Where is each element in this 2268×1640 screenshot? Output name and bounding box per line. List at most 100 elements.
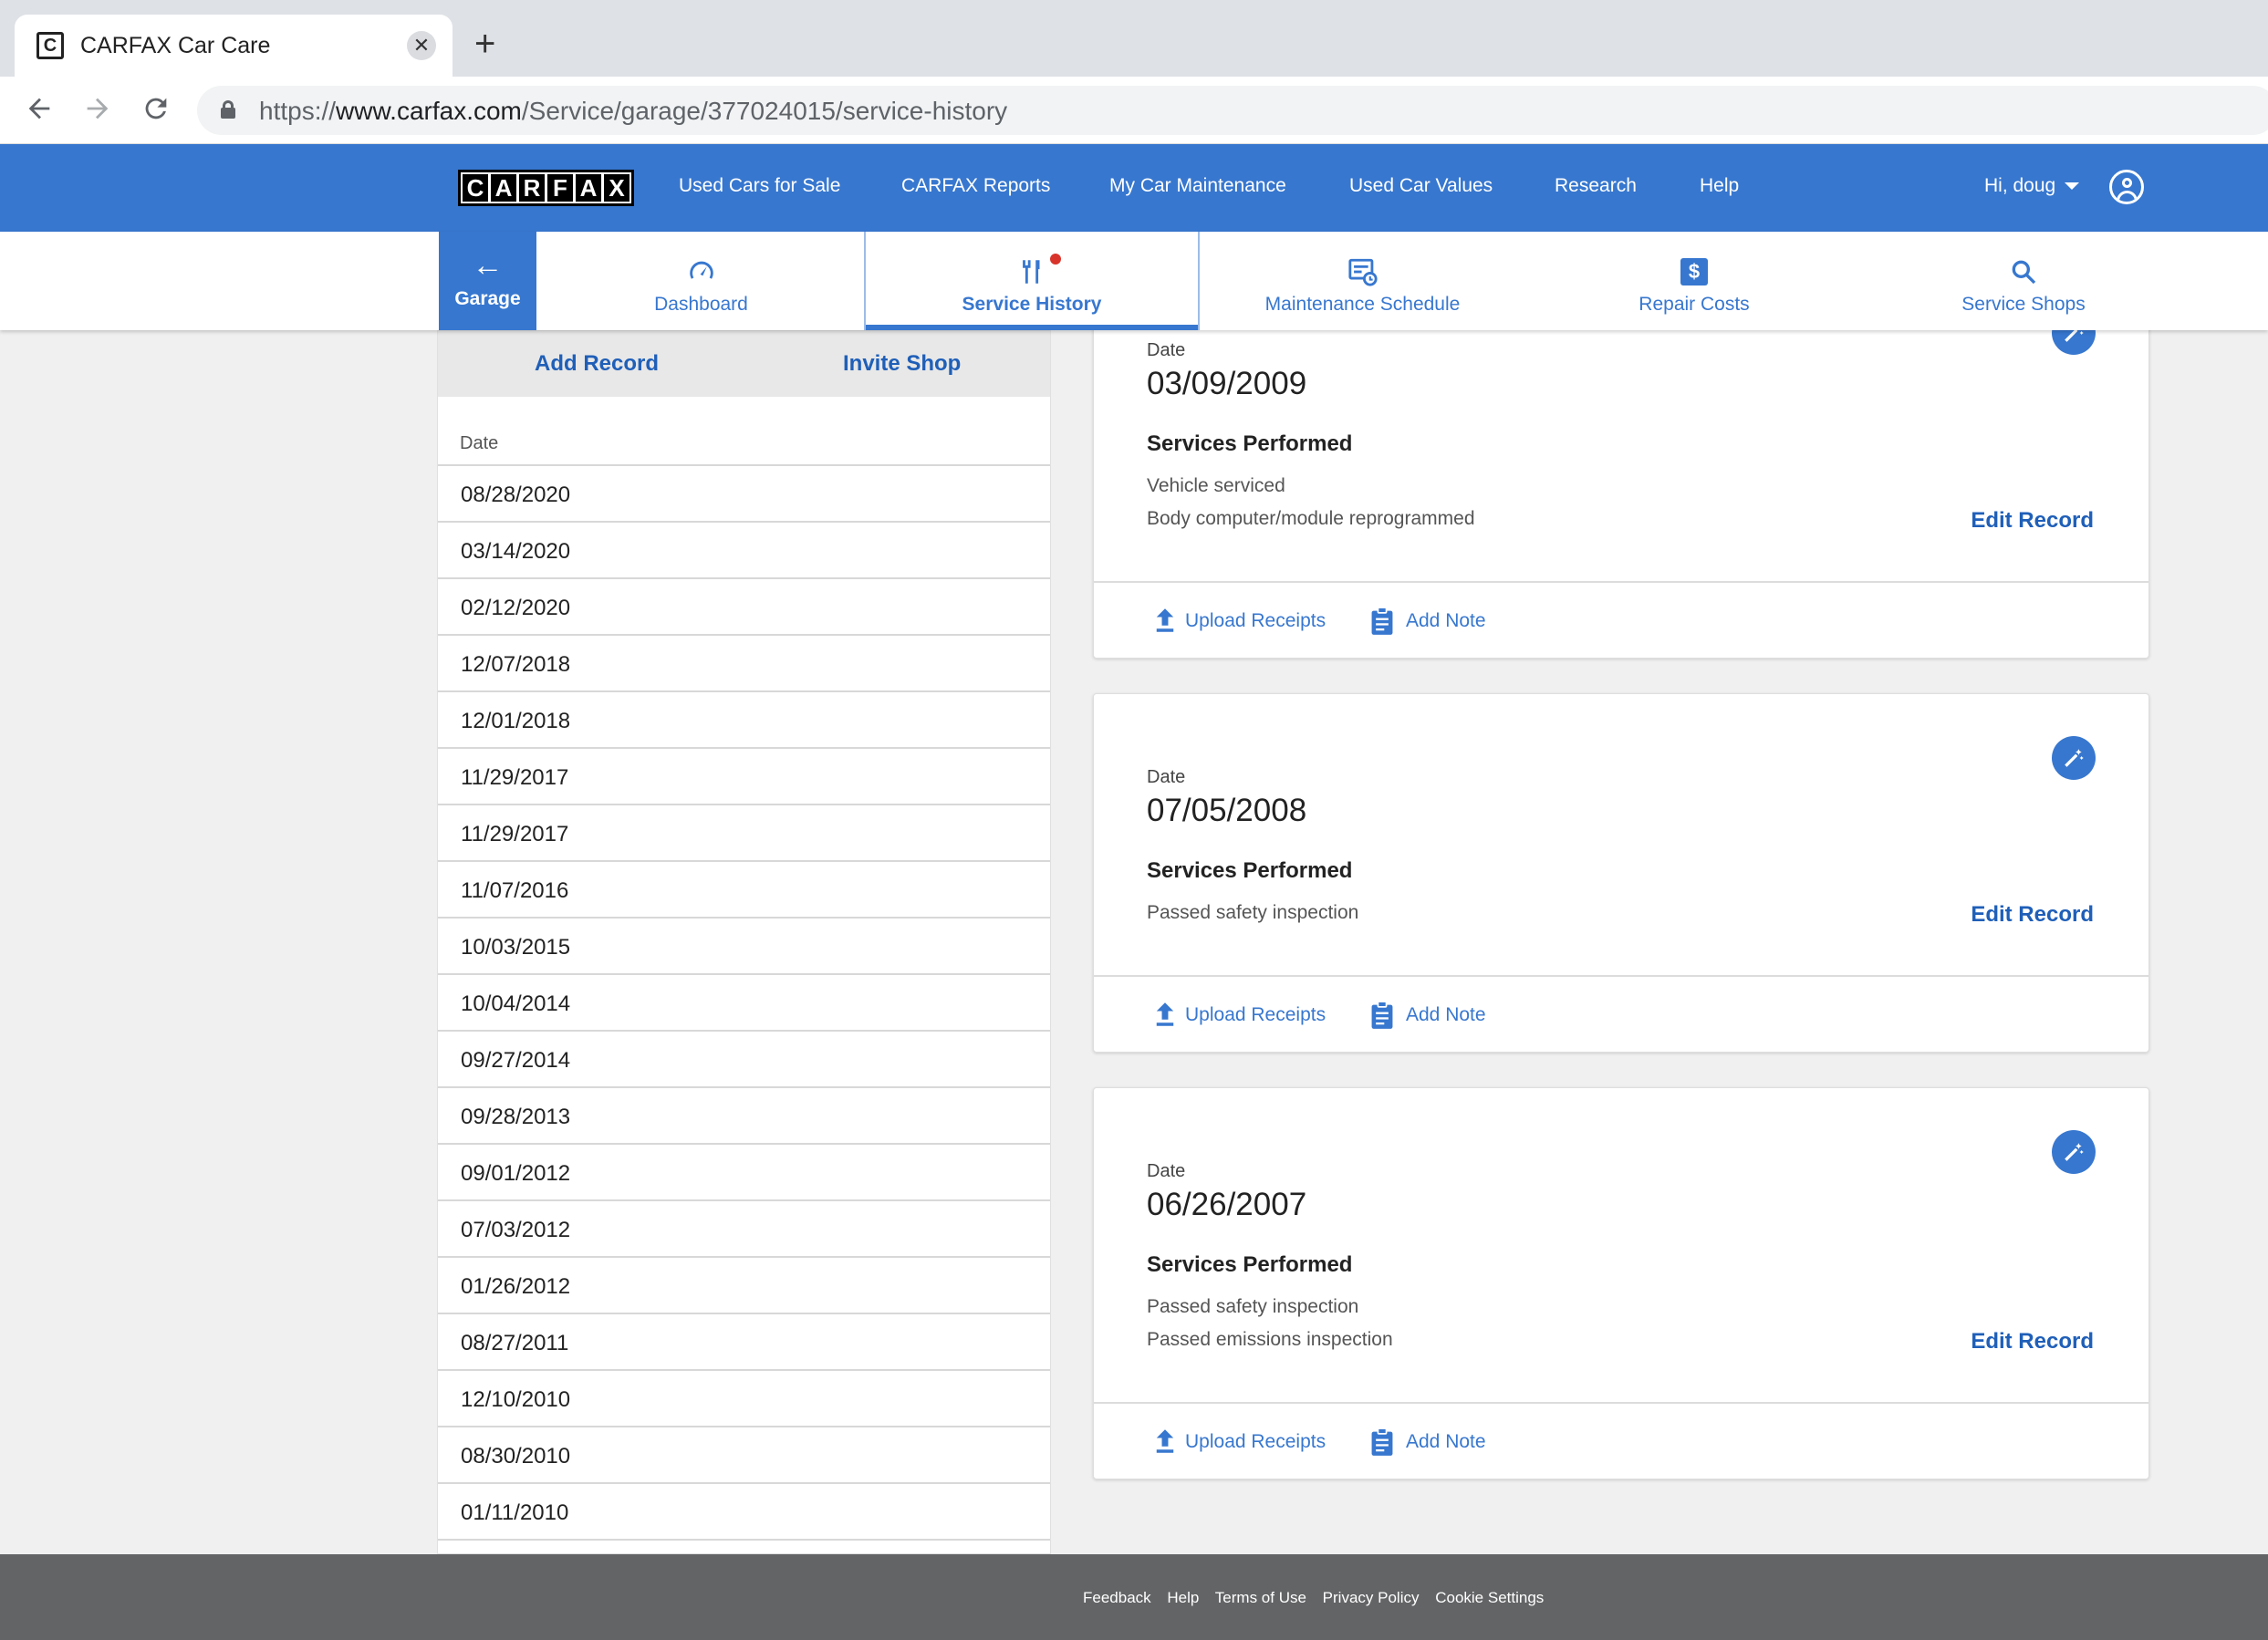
date-row[interactable]: 12/01/2018	[438, 692, 1050, 749]
tab-service-shops[interactable]: Service Shops	[1863, 232, 2184, 330]
user-menu[interactable]: Hi, doug	[1984, 175, 2080, 197]
magic-wand-icon[interactable]	[2052, 1130, 2096, 1174]
date-row[interactable]: 08/30/2010	[438, 1427, 1050, 1484]
address-bar[interactable]: https://www.carfax.com/Service/garage/37…	[197, 86, 2268, 135]
date-row[interactable]: 11/07/2016	[438, 862, 1050, 919]
site-header: C A R F A X Used Cars for Sale CARFAX Re…	[0, 144, 2268, 232]
services-performed-title: Services Performed	[1147, 858, 1353, 883]
invite-shop-button[interactable]: Invite Shop	[843, 351, 961, 377]
nav-used-car-values[interactable]: Used Car Values	[1349, 175, 1493, 197]
date-row[interactable]: 09/01/2012	[438, 1145, 1050, 1201]
record-date: 03/09/2009	[1147, 366, 1307, 401]
calendar-clock-icon	[1200, 254, 1525, 290]
nav-help[interactable]: Help	[1700, 175, 1739, 197]
search-icon	[1863, 254, 2184, 290]
record-date: 06/26/2007	[1147, 1187, 1307, 1222]
date-row[interactable]: 08/27/2011	[438, 1314, 1050, 1371]
new-tab-icon[interactable]: +	[474, 26, 495, 62]
tab-dashboard[interactable]: Dashboard	[538, 232, 864, 330]
date-row[interactable]: 01/26/2012	[438, 1258, 1050, 1314]
list-actions: Add Record Invite Shop	[438, 331, 1050, 397]
date-row[interactable]: 03/14/2020	[438, 523, 1050, 579]
nav-research[interactable]: Research	[1555, 175, 1637, 197]
service-item: Vehicle serviced	[1147, 475, 1285, 496]
clipboard-icon	[1371, 1001, 1393, 1029]
date-row[interactable]: 02/12/2020	[438, 579, 1050, 636]
active-tab-indicator	[866, 325, 1198, 330]
date-row[interactable]: 08/28/2020	[438, 466, 1050, 523]
close-tab-icon[interactable]: ✕	[407, 31, 436, 60]
forward-icon[interactable]	[82, 93, 113, 130]
tab-repair-costs[interactable]: $ Repair Costs	[1525, 232, 1863, 330]
edit-record-button[interactable]: Edit Record	[1971, 508, 2094, 534]
footer-privacy-link[interactable]: Privacy Policy	[1323, 1589, 1420, 1606]
upload-receipts-button[interactable]: Upload Receipts	[1185, 610, 1326, 632]
footer-help-link[interactable]: Help	[1167, 1589, 1199, 1606]
add-note-button[interactable]: Add Note	[1406, 1431, 1486, 1453]
tab-title: CARFAX Car Care	[80, 33, 271, 58]
service-record-card: Date 07/05/2008 Services Performed Passe…	[1093, 693, 2149, 1053]
browser-tab[interactable]: C CARFAX Car Care ✕	[15, 15, 453, 77]
nav-carfax-reports[interactable]: CARFAX Reports	[901, 175, 1050, 197]
date-row[interactable]: 10/03/2015	[438, 919, 1050, 975]
date-row[interactable]: 12/07/2018	[438, 636, 1050, 692]
nav-my-car-maintenance[interactable]: My Car Maintenance	[1109, 175, 1286, 197]
tab-service-history[interactable]: Service History	[864, 232, 1200, 330]
add-record-button[interactable]: Add Record	[535, 351, 659, 377]
record-date: 07/05/2008	[1147, 793, 1307, 828]
date-row[interactable]: 11/29/2017	[438, 749, 1050, 805]
clipboard-icon	[1371, 607, 1393, 635]
carfax-logo[interactable]: C A R F A X	[458, 170, 634, 206]
card-actions: Upload Receipts Add Note	[1094, 1404, 2148, 1480]
browser-toolbar: https://www.carfax.com/Service/garage/37…	[0, 77, 2268, 144]
upload-receipts-button[interactable]: Upload Receipts	[1185, 1004, 1326, 1026]
date-row[interactable]: 07/03/2012	[438, 1201, 1050, 1258]
card-actions: Upload Receipts Add Note	[1094, 977, 2148, 1054]
service-item: Body computer/module reprogrammed	[1147, 508, 1475, 529]
service-item: Passed safety inspection	[1147, 902, 1359, 923]
services-performed-title: Services Performed	[1147, 1252, 1353, 1277]
service-item: Passed safety inspection	[1147, 1296, 1359, 1317]
upload-icon	[1156, 1002, 1174, 1026]
notification-dot	[1050, 254, 1061, 265]
date-column-header: Date	[438, 397, 1050, 466]
tab-maintenance-schedule[interactable]: Maintenance Schedule	[1200, 232, 1525, 330]
add-note-button[interactable]: Add Note	[1406, 610, 1486, 632]
user-greeting: Hi, doug	[1984, 175, 2056, 196]
nav-used-cars-for-sale[interactable]: Used Cars for Sale	[679, 175, 840, 197]
footer-feedback-link[interactable]: Feedback	[1083, 1589, 1151, 1606]
service-item: Passed emissions inspection	[1147, 1329, 1393, 1350]
date-row[interactable]: 11/29/2017	[438, 805, 1050, 862]
edit-record-button[interactable]: Edit Record	[1971, 902, 2094, 928]
magic-wand-icon[interactable]	[2052, 736, 2096, 780]
carfax-favicon-icon: C	[36, 32, 64, 59]
back-icon[interactable]	[24, 93, 55, 130]
service-record-card: Date 03/09/2009 Services Performed Vehic…	[1093, 274, 2149, 659]
edit-record-button[interactable]: Edit Record	[1971, 1329, 2094, 1355]
record-date-list: Add Record Invite Shop Date 08/28/2020 0…	[437, 330, 1051, 1554]
arrow-left-icon: ←	[472, 248, 504, 283]
footer-terms-link[interactable]: Terms of Use	[1215, 1589, 1306, 1606]
reload-icon[interactable]	[140, 93, 172, 130]
upload-icon	[1156, 608, 1174, 632]
browser-tabbar: C CARFAX Car Care ✕ +	[0, 0, 2268, 77]
dollar-icon: $	[1525, 254, 1863, 290]
tools-icon	[866, 254, 1198, 290]
chevron-down-icon	[2065, 182, 2080, 191]
lock-icon[interactable]	[221, 100, 235, 119]
service-record-card: Date 06/26/2007 Services Performed Passe…	[1093, 1087, 2149, 1479]
footer-links: Feedback Help Terms of Use Privacy Polic…	[1083, 1589, 1555, 1607]
date-row[interactable]: 12/10/2010	[438, 1371, 1050, 1427]
account-icon[interactable]	[2109, 170, 2144, 204]
date-row[interactable]: 10/04/2014	[438, 975, 1050, 1032]
date-row[interactable]: 09/27/2014	[438, 1032, 1050, 1088]
card-actions: Upload Receipts Add Note	[1094, 583, 2148, 659]
garage-back-button[interactable]: ← Garage	[439, 232, 536, 330]
upload-icon	[1156, 1429, 1174, 1453]
date-row[interactable]: 01/11/2010	[438, 1484, 1050, 1541]
speedometer-icon	[538, 254, 864, 290]
add-note-button[interactable]: Add Note	[1406, 1004, 1486, 1026]
footer-cookie-settings-link[interactable]: Cookie Settings	[1435, 1589, 1544, 1606]
date-row[interactable]: 09/28/2013	[438, 1088, 1050, 1145]
upload-receipts-button[interactable]: Upload Receipts	[1185, 1431, 1326, 1453]
